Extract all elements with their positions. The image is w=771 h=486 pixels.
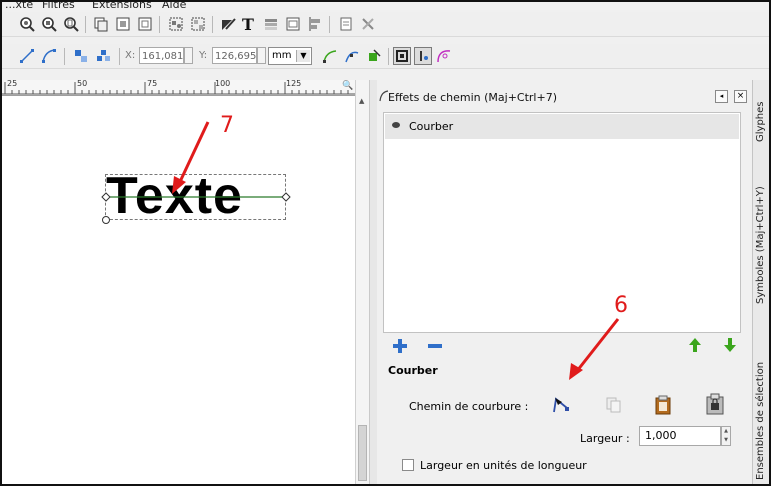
zoom-corner-icon[interactable]: 🔍: [342, 81, 353, 91]
chevron-down-icon: ▼: [296, 50, 310, 62]
menu-filtres[interactable]: Filtres: [42, 2, 75, 11]
break-path-icon[interactable]: [94, 47, 112, 65]
show-handles-icon[interactable]: [393, 47, 411, 65]
menu-texte[interactable]: ...xte: [5, 2, 33, 11]
scroll-up-arrow-icon[interactable]: ▲: [359, 97, 364, 105]
x-label: X:: [125, 50, 136, 61]
y-input[interactable]: 126,695: [212, 47, 257, 64]
move-down-button[interactable]: [723, 337, 737, 353]
tab-glyphes-label: Glyphes: [755, 101, 766, 143]
curve-node-icon[interactable]: [321, 47, 339, 65]
xml-editor-icon[interactable]: [284, 15, 302, 33]
duplicate-icon[interactable]: [92, 15, 110, 33]
menu-bar: ...xte Filtres Extensions Aide: [2, 2, 769, 11]
panel-title: Effets de chemin (Maj+Ctrl+7): [388, 91, 557, 104]
text-tool-icon[interactable]: T: [240, 15, 258, 33]
app-window: ...xte Filtres Extensions Aide T X: 161,…: [0, 0, 771, 486]
edit-on-canvas-button[interactable]: [551, 395, 571, 415]
object-to-path-icon[interactable]: [365, 47, 383, 65]
effect-section-title: Courber: [388, 364, 438, 377]
toolbar-separator: [388, 48, 389, 65]
panel-restore-icon[interactable]: ◂: [715, 90, 728, 103]
canvas-vertical-scrollbar[interactable]: ▲: [355, 80, 370, 484]
tab-symboles-label: Symboles (Maj+Ctrl+Y): [755, 186, 766, 304]
unit-select[interactable]: mm ▼: [268, 47, 312, 65]
zoom-drawing-icon[interactable]: [40, 15, 58, 33]
remove-effect-button[interactable]: [427, 338, 443, 354]
zoom-selection-icon[interactable]: [18, 15, 36, 33]
align-distribute-icon[interactable]: [306, 15, 324, 33]
ruler-label: 100: [215, 79, 231, 88]
width-spinner[interactable]: ▲ ▼: [721, 426, 731, 446]
docked-side-tabs: Glyphes Symboles (Maj+Ctrl+Y) Ensembles …: [752, 80, 769, 484]
toolbar-separator: [85, 16, 86, 33]
group-icon[interactable]: [167, 15, 185, 33]
smooth-node-icon[interactable]: [343, 47, 361, 65]
eye-icon[interactable]: [392, 122, 400, 128]
path-outline-icon[interactable]: [435, 47, 453, 65]
path-effects-panel: Effets de chemin (Maj+Ctrl+7) ◂ × Courbe…: [377, 80, 752, 484]
tab-ensembles-selection[interactable]: Ensembles de sélection: [753, 312, 769, 482]
delete-node-icon[interactable]: [40, 47, 58, 65]
y-spinner[interactable]: [257, 47, 266, 64]
insert-node-icon[interactable]: [18, 47, 36, 65]
zoom-page-icon[interactable]: [62, 15, 80, 33]
ruler-label: 25: [7, 79, 18, 88]
effect-label: Courber: [409, 120, 454, 133]
unit-select-value: mm: [272, 50, 292, 61]
annotation-number-7: 7: [220, 113, 234, 138]
width-label: Largeur :: [580, 432, 630, 445]
tab-glyphes[interactable]: Glyphes: [753, 80, 769, 148]
x-input[interactable]: 161,081: [139, 47, 184, 64]
path-overlay: [101, 121, 291, 224]
unit-width-checkbox[interactable]: [402, 459, 414, 471]
ruler-label: 125: [286, 79, 302, 88]
copy-path-button[interactable]: [605, 396, 623, 414]
fill-stroke-icon[interactable]: [219, 15, 237, 33]
toolbar-separator: [64, 48, 65, 65]
toolbar-separator: [159, 16, 160, 33]
clone-icon[interactable]: [114, 15, 132, 33]
drawing-canvas[interactable]: Texte 7: [2, 96, 355, 484]
commands-toolbar: T: [2, 12, 769, 37]
close-icon[interactable]: ×: [734, 90, 747, 103]
horizontal-ruler: 25 50 75 100 125 🔍: [2, 79, 355, 96]
node-toolbar: X: 161,081 Y: 126,695 mm ▼: [2, 44, 769, 69]
checkbox-label: Largeur en unités de longueur: [420, 459, 587, 472]
tab-symboles[interactable]: Symboles (Maj+Ctrl+Y): [753, 152, 769, 308]
link-to-path-button[interactable]: [705, 393, 725, 415]
tools-options-icon[interactable]: [359, 15, 377, 33]
layers-icon[interactable]: [262, 15, 280, 33]
toolbar-separator: [119, 48, 120, 65]
tab-ensembles-label: Ensembles de sélection: [755, 361, 766, 480]
ungroup-icon[interactable]: [189, 15, 207, 33]
show-clippath-icon[interactable]: [414, 47, 432, 65]
toolbar-separator: [329, 16, 330, 33]
add-effect-button[interactable]: [392, 338, 408, 354]
toolbar-separator: [212, 16, 213, 33]
list-item[interactable]: Courber: [385, 114, 739, 139]
menu-extensions[interactable]: Extensions: [92, 2, 152, 11]
ruler-label: 50: [77, 79, 88, 88]
menu-aide[interactable]: Aide: [162, 2, 186, 11]
move-up-button[interactable]: [688, 337, 702, 353]
ruler-label: 75: [147, 79, 158, 88]
width-input[interactable]: 1,000: [639, 426, 721, 446]
preferences-icon[interactable]: [337, 15, 355, 33]
path-label: Chemin de courbure :: [409, 400, 529, 413]
scrollbar-thumb[interactable]: [358, 425, 367, 481]
svg-text:T: T: [242, 16, 254, 32]
join-nodes-icon[interactable]: [72, 47, 90, 65]
unlink-clone-icon[interactable]: [136, 15, 154, 33]
x-spinner[interactable]: [184, 47, 193, 64]
y-label: Y:: [199, 50, 208, 61]
annotation-number-6: 6: [614, 293, 628, 318]
effects-list[interactable]: Courber: [383, 112, 741, 333]
paste-path-button[interactable]: [654, 395, 672, 415]
